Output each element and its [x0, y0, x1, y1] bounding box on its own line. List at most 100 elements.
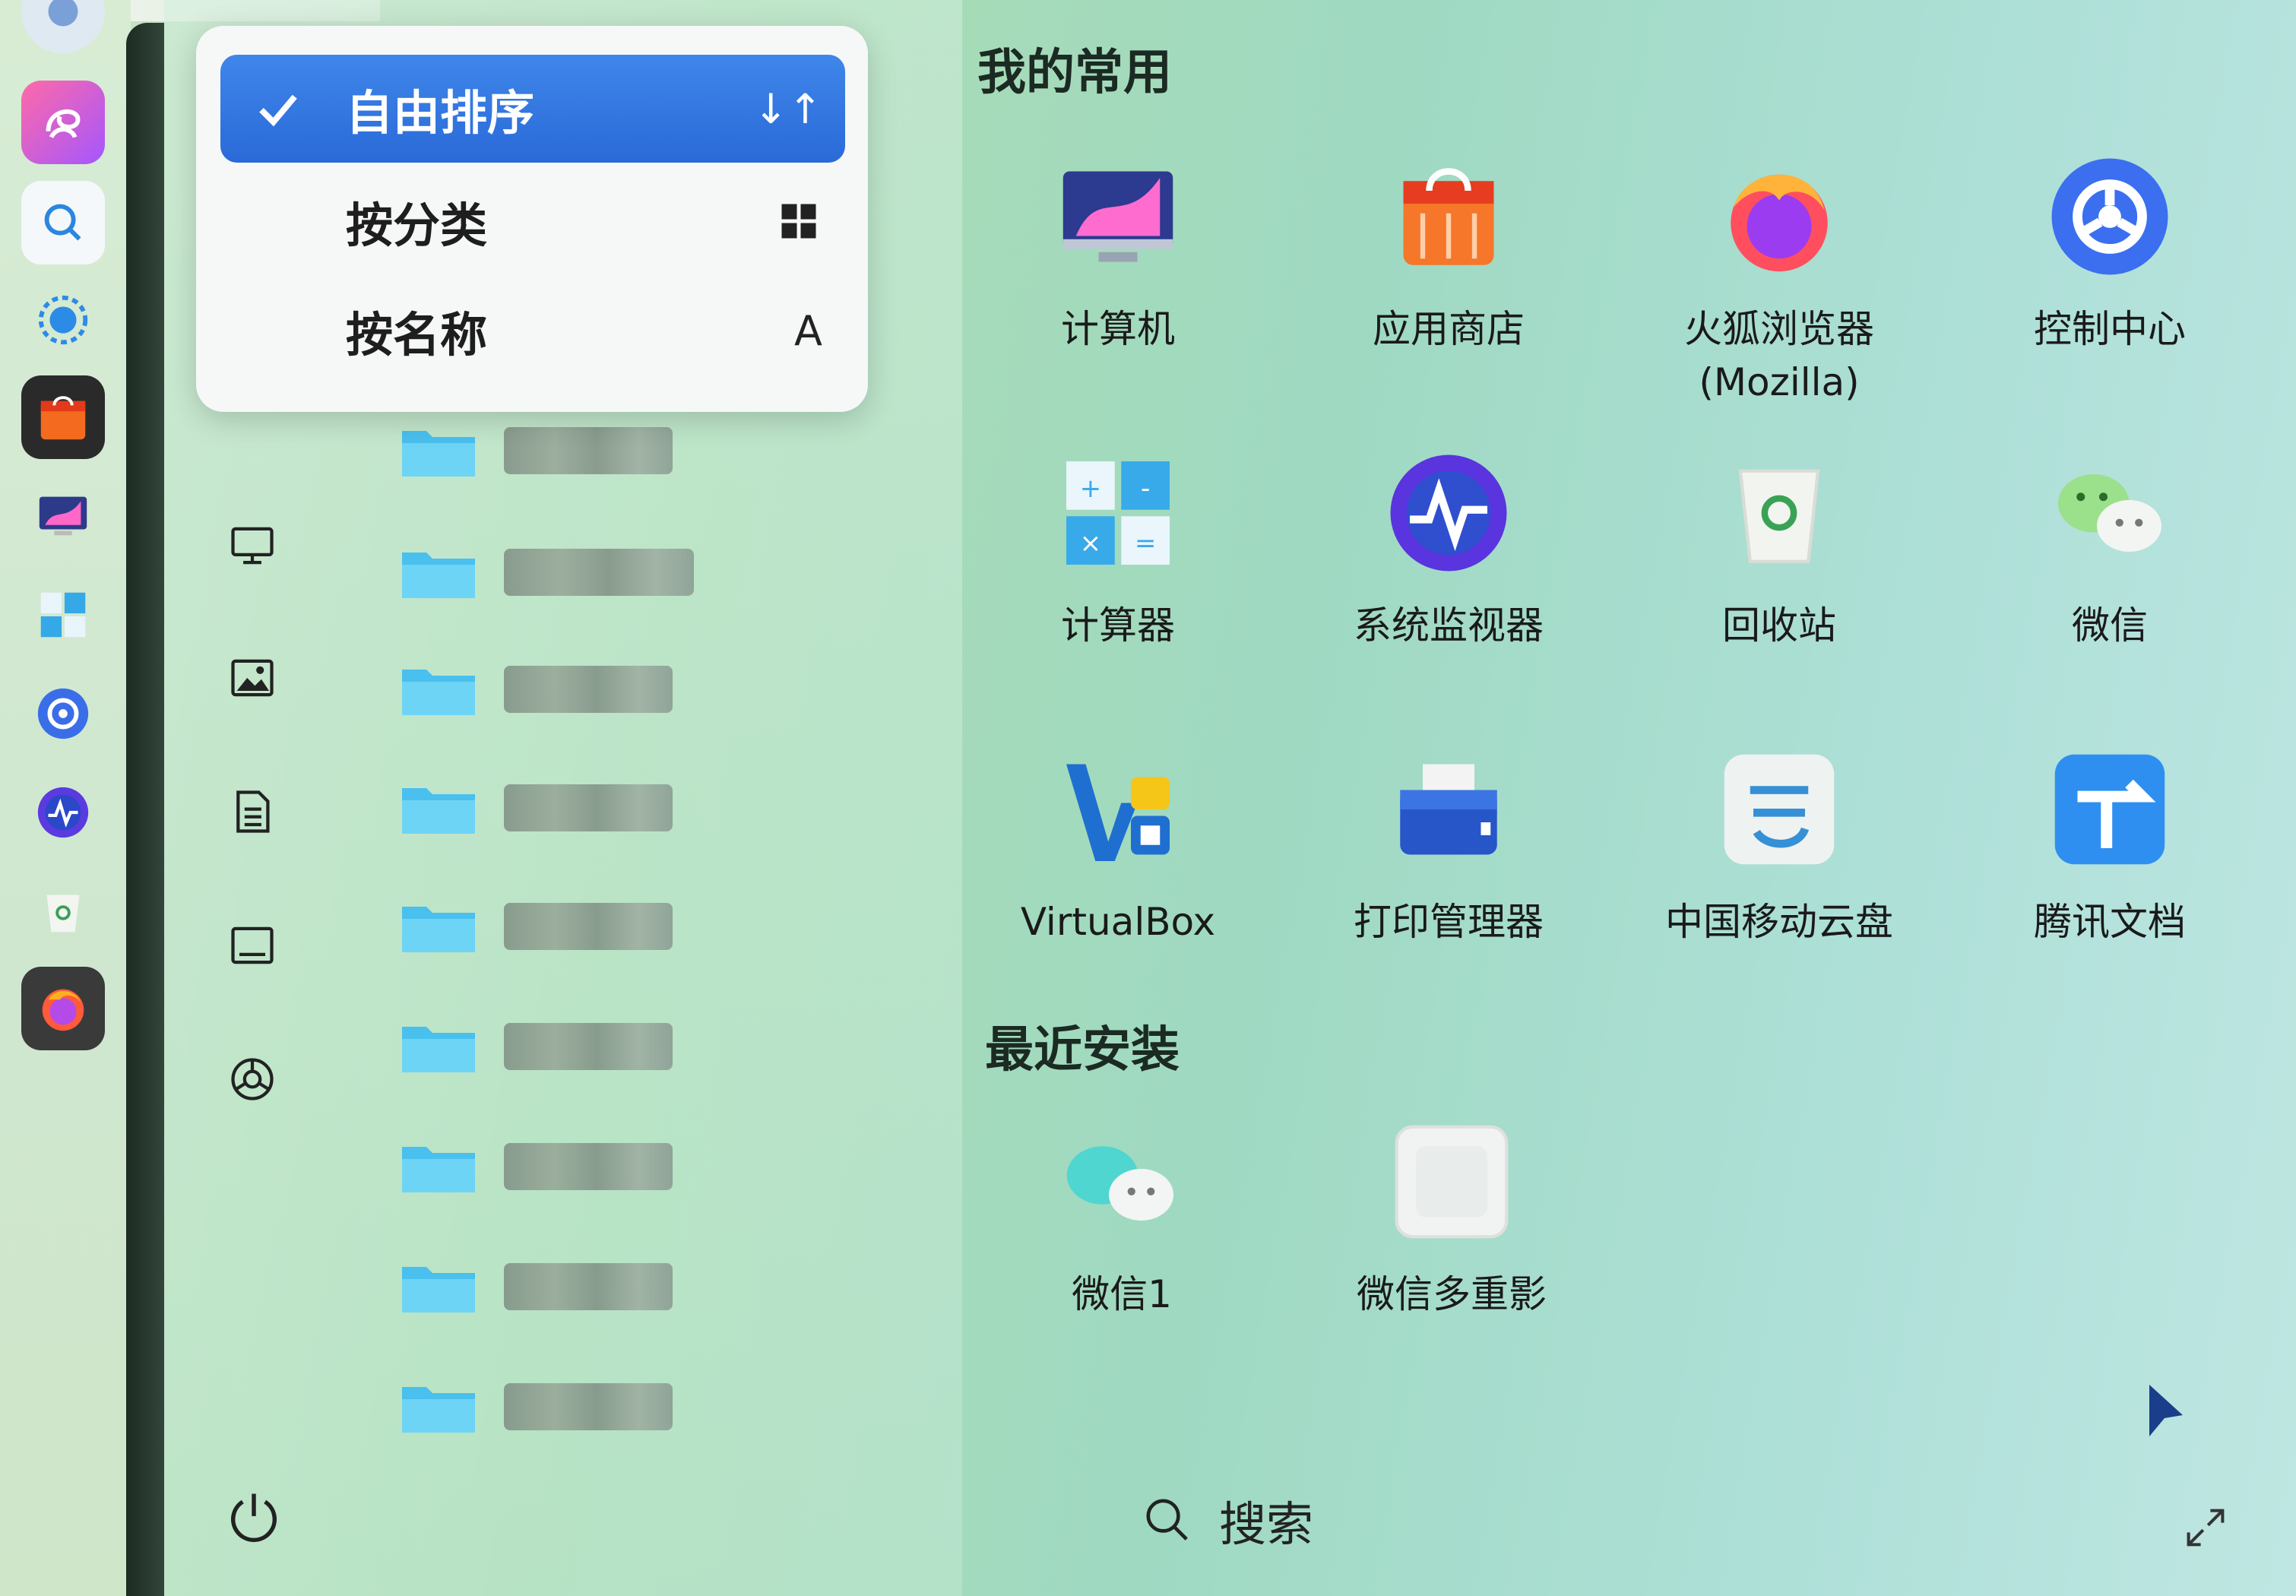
- folder-item[interactable]: [399, 1132, 764, 1201]
- dock-search-icon[interactable]: [21, 181, 105, 264]
- alpha-icon: A: [794, 306, 822, 355]
- side-settings-icon[interactable]: [222, 1049, 283, 1110]
- calculator-icon: + - × =: [1066, 461, 1170, 565]
- dock-divider: [126, 23, 164, 1596]
- folder-icon: [402, 670, 475, 715]
- svg-text:+: +: [1080, 473, 1102, 504]
- computer-icon: [1062, 171, 1173, 262]
- sort-item-label: 按分类: [346, 198, 488, 253]
- app-name: 微信: [2072, 603, 2148, 648]
- app-virtualbox[interactable]: VirtualBox: [974, 745, 1262, 948]
- expand-icon[interactable]: [2181, 1503, 2230, 1552]
- printer-icon: [1400, 764, 1497, 855]
- blurred-folder-name: [504, 1263, 673, 1310]
- dock-app-icon[interactable]: [21, 0, 105, 53]
- firefox-icon: [1731, 174, 1828, 272]
- folder-item[interactable]: [399, 655, 764, 724]
- app-wechat1[interactable]: 微信1: [977, 1117, 1266, 1321]
- dock-screenshot-icon[interactable]: [21, 278, 105, 362]
- favorites-title: 我的常用: [977, 45, 1172, 101]
- dock-system-monitor-icon[interactable]: [21, 771, 105, 854]
- check-icon: [259, 94, 297, 127]
- app-cloud-disk[interactable]: 中国移动云盘: [1635, 745, 1924, 948]
- dock: [0, 0, 131, 1596]
- svg-text:×: ×: [1080, 528, 1102, 559]
- app-calculator[interactable]: + - × = 计算器: [974, 448, 1262, 652]
- cursor-icon: [2149, 1385, 2183, 1436]
- folder-item[interactable]: [399, 1012, 764, 1081]
- tencent-docs-icon: [2054, 754, 2165, 865]
- system-monitor-icon: [1390, 454, 1507, 572]
- folder-item[interactable]: [399, 538, 764, 606]
- virtualbox-icon: [1066, 764, 1170, 861]
- dock-control-center-icon[interactable]: [21, 672, 105, 755]
- svg-text:=: =: [1135, 528, 1157, 559]
- app-firefox[interactable]: 火狐浏览器 (Mozilla): [1635, 152, 1924, 409]
- blurred-folder-name: [504, 903, 673, 950]
- folder-icon: [402, 1387, 475, 1433]
- dock-computer-icon[interactable]: [21, 474, 105, 558]
- app-name: 计算机: [1061, 307, 1175, 351]
- app-store-icon: [1403, 168, 1494, 265]
- search-icon: [1146, 1499, 1188, 1541]
- app-name: 控制中心: [2034, 307, 2186, 351]
- side-computer-icon[interactable]: [222, 515, 283, 576]
- folder-item[interactable]: [399, 774, 764, 842]
- side-terminal-icon[interactable]: [222, 915, 283, 976]
- side-document-icon[interactable]: [222, 781, 283, 842]
- sort-item-name[interactable]: 按名称 A: [220, 277, 845, 385]
- folder-icon: [402, 1147, 475, 1192]
- control-center-icon: [2051, 158, 2168, 275]
- blurred-folder-name: [504, 549, 694, 596]
- app-name: 回收站: [1722, 603, 1836, 648]
- app-printer[interactable]: 打印管理器: [1304, 745, 1593, 948]
- folder-item[interactable]: [399, 416, 764, 485]
- dock-design-app-icon[interactable]: [21, 81, 105, 164]
- app-name: 中国移动云盘: [1665, 900, 1893, 944]
- folder-item[interactable]: [399, 1373, 764, 1441]
- svg-text:-: -: [1141, 473, 1150, 504]
- folder-icon: [402, 1027, 475, 1072]
- sort-order-icon: ↓↑: [753, 84, 823, 133]
- blurred-folder-name: [504, 784, 673, 831]
- folder-item[interactable]: [399, 892, 764, 961]
- app-name: 系统监视器: [1354, 603, 1544, 648]
- sort-item-label: 按名称: [346, 307, 488, 363]
- app-wechat-multi[interactable]: 微信多重影: [1307, 1117, 1596, 1321]
- blurred-folder-name: [504, 427, 673, 474]
- app-name: VirtualBox: [1020, 900, 1216, 944]
- folder-icon: [402, 907, 475, 952]
- app-name: 微信1: [1072, 1272, 1172, 1316]
- dock-trash-icon[interactable]: [21, 869, 105, 953]
- app-name: 火狐浏览器 (Mozilla): [1684, 307, 1874, 404]
- app-computer[interactable]: 计算机: [974, 152, 1262, 356]
- app-name: 计算器: [1061, 603, 1175, 648]
- app-control-center[interactable]: 控制中心: [1965, 152, 2254, 356]
- search-label: 搜索: [1219, 1496, 1314, 1552]
- power-icon[interactable]: [222, 1486, 286, 1550]
- folder-icon: [402, 788, 475, 834]
- generic-app-icon: [1395, 1125, 1509, 1239]
- app-system-monitor[interactable]: 系统监视器: [1304, 448, 1593, 652]
- dock-firefox-icon[interactable]: [21, 967, 105, 1050]
- dock-calculator-icon[interactable]: [21, 573, 105, 657]
- sort-item-category[interactable]: 按分类: [220, 167, 845, 275]
- wechat-icon: [1066, 1146, 1173, 1221]
- app-name: 腾讯文档: [2034, 900, 2186, 944]
- wechat-icon: [2058, 474, 2161, 552]
- dock-app-store-icon[interactable]: [21, 375, 105, 459]
- app-name: 应用商店: [1373, 307, 1525, 351]
- app-name: 打印管理器: [1354, 900, 1544, 944]
- app-trash[interactable]: 回收站: [1635, 448, 1924, 652]
- sort-menu: 自由排序 ↓↑ 按分类 按名称 A: [196, 26, 868, 412]
- folder-item[interactable]: [399, 1252, 764, 1321]
- app-wechat[interactable]: 微信: [1965, 448, 2254, 652]
- app-tencent-docs[interactable]: 腾讯文档: [1965, 745, 2254, 948]
- app-app-store[interactable]: 应用商店: [1304, 152, 1593, 356]
- side-picture-icon[interactable]: [222, 648, 283, 708]
- recent-title: 最近安装: [985, 1022, 1180, 1078]
- folder-icon: [402, 431, 475, 477]
- app-name: 微信多重影: [1357, 1272, 1547, 1316]
- sort-item-free[interactable]: 自由排序 ↓↑: [220, 55, 845, 163]
- search-button[interactable]: 搜索: [1140, 1486, 1313, 1554]
